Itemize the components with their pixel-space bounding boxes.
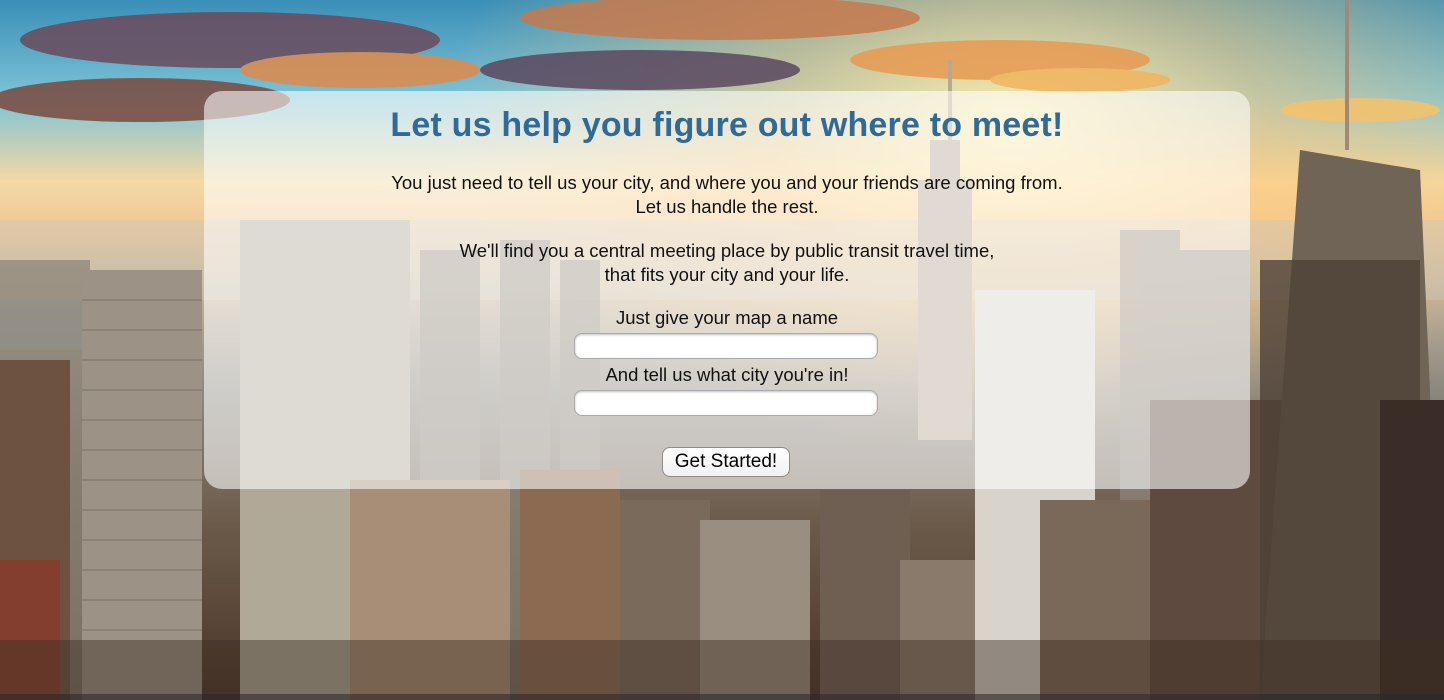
detail-line-2: that fits your city and your life.	[604, 264, 850, 285]
detail-line-1: We'll find you a central meeting place b…	[459, 240, 995, 261]
get-started-button[interactable]: Get Started!	[662, 447, 790, 477]
detail-paragraph: We'll find you a central meeting place b…	[204, 239, 1250, 287]
intro-paragraph: You just need to tell us your city, and …	[204, 171, 1250, 219]
intro-line-2: Let us handle the rest.	[635, 196, 819, 217]
map-name-label: Just give your map a name	[615, 307, 839, 328]
intro-line-1: You just need to tell us your city, and …	[391, 172, 1063, 193]
city-label: And tell us what city you're in!	[605, 364, 849, 385]
welcome-panel: Let us help you figure out where to meet…	[204, 91, 1250, 489]
city-input[interactable]	[574, 390, 878, 416]
map-name-input[interactable]	[574, 333, 878, 359]
horizontal-scrollbar[interactable]	[0, 694, 1444, 700]
page-title: Let us help you figure out where to meet…	[390, 106, 1064, 144]
